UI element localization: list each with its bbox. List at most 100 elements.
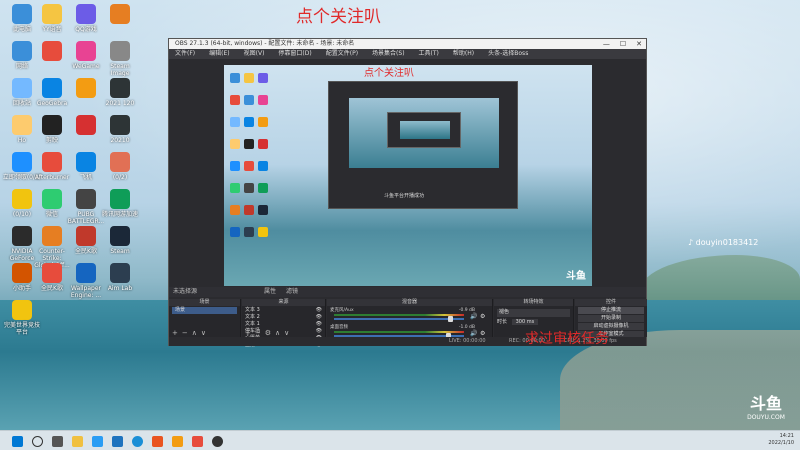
desktop-icon-label: GeoGebra <box>36 100 68 107</box>
desktop-icon-label: Steam <box>110 248 130 255</box>
menu-file[interactable]: 文件(F) <box>175 49 195 59</box>
source-item[interactable]: 文本 2 👁 <box>245 314 322 321</box>
menu-view[interactable]: 视图(V) <box>244 49 265 59</box>
app-icon <box>110 263 130 283</box>
nested-obs-preview: 斗鱼平台开播成功 <box>328 81 518 209</box>
desktop-icon[interactable]: Aim Lab <box>100 263 140 292</box>
sources-dock-toolbar[interactable]: +−⚙∧∨ <box>242 329 325 337</box>
duration-input[interactable]: 300 ms <box>511 319 539 325</box>
edge-icon[interactable] <box>132 436 143 447</box>
menu-edit[interactable]: 编辑(E) <box>209 49 229 59</box>
app-icon <box>110 115 130 135</box>
nested-preview-level-4 <box>400 121 450 139</box>
volume-slider-knob[interactable] <box>448 316 454 322</box>
app-icon <box>76 226 96 246</box>
desktop-icon-label: 网络 <box>15 63 28 70</box>
source-item-label: 文本 1 <box>245 321 260 327</box>
overlay-top-text: 点个关注叭 <box>296 7 381 27</box>
obs-preview[interactable]: 点个关注叭 斗鱼平台开播成功 斗鱼 <box>224 65 592 286</box>
app-icon <box>12 115 32 135</box>
maximize-icon[interactable]: ☐ <box>620 39 626 49</box>
transitions-dock-title: 转场特效 <box>494 299 573 306</box>
app-icon <box>42 263 62 283</box>
source-item-label: 文本 3 <box>245 307 260 313</box>
obs-titlebar[interactable]: OBS 27.1.3 (64-bit, windows) - 配置文件: 未命名… <box>169 39 646 49</box>
music-app-icon[interactable] <box>192 436 203 447</box>
desktop-icon[interactable]: Steam Image <box>100 41 140 77</box>
sources-dock: 来源 文本 3👁文本 2👁文本 1👁停车场👁心愿单👁直播👁 +−⚙∧∨ <box>242 299 326 348</box>
desktop-icon[interactable] <box>100 4 140 26</box>
volume-slider[interactable] <box>334 318 464 320</box>
desktop-icon[interactable]: 2021 120 <box>100 78 140 107</box>
desktop-icon-label: 腾讯网游加速 <box>101 211 138 218</box>
app-icon <box>42 78 62 98</box>
no-source-label: 未选择源 <box>173 288 198 295</box>
mail-icon[interactable] <box>112 436 123 447</box>
desktop-icon[interactable]: 完美世界竞技平台 <box>2 300 42 336</box>
file-explorer-icon[interactable] <box>72 436 83 447</box>
app-icon <box>42 226 62 246</box>
close-icon[interactable]: ✕ <box>636 39 642 49</box>
app-icon <box>76 78 96 98</box>
start-recording-button[interactable]: 开始录制 <box>578 315 644 322</box>
tiktok-watermark: ♪ douyin0183412 <box>688 237 800 249</box>
app-icon <box>76 152 96 172</box>
menu-scene-collection[interactable]: 场景集合(S) <box>372 49 405 59</box>
obs-window[interactable]: OBS 27.1.3 (64-bit, windows) - 配置文件: 未命名… <box>168 38 647 348</box>
system-tray[interactable]: 14:21 2022/1/10 <box>768 433 794 447</box>
menu-profile[interactable]: 配置文件(P) <box>326 49 358 59</box>
gear-icon[interactable]: ⚙ <box>480 330 485 337</box>
douyu-logo: 斗鱼 DOUYU.COM <box>740 390 792 421</box>
app-icon <box>12 263 32 283</box>
mixer-channel: 桌面音频 -1.0 dB 🔊 ⚙ <box>330 324 489 339</box>
app-icon <box>12 41 32 61</box>
search-icon[interactable] <box>32 436 43 447</box>
visibility-eye-icon[interactable]: 👁 <box>316 314 322 321</box>
game-app-icon[interactable] <box>152 436 163 447</box>
preview-desktop: 点个关注叭 斗鱼平台开播成功 斗鱼 <box>224 65 592 286</box>
source-item[interactable]: 文本 3 👁 <box>245 307 322 314</box>
preview-overlay-text: 点个关注叭 <box>364 68 414 79</box>
app-icon[interactable] <box>172 436 183 447</box>
volume-meter <box>334 331 464 333</box>
task-view-icon[interactable] <box>52 436 63 447</box>
desktop-icon[interactable]: Steam <box>100 226 140 255</box>
source-item[interactable]: 文本 1 👁 <box>245 321 322 328</box>
start-icon[interactable] <box>12 436 23 447</box>
obs-taskbar-icon[interactable] <box>212 436 223 447</box>
menu-help[interactable]: 帮助(H) <box>453 49 474 59</box>
desktop-icon-label: 完美世界竞技平台 <box>3 322 40 336</box>
mixer-channel: 麦克风/Aux -0.9 dB 🔊 ⚙ <box>330 307 489 322</box>
channel-name: 桌面音频 <box>330 325 348 330</box>
app-icon <box>110 152 130 172</box>
app-icon <box>42 115 62 135</box>
app-icon <box>76 41 96 61</box>
menu-docks[interactable]: 停靠窗口(D) <box>278 49 311 59</box>
transition-select[interactable]: 褪色 <box>497 309 570 317</box>
visibility-eye-icon[interactable]: 👁 <box>316 307 322 314</box>
tiktok-icon: ♪ <box>688 238 696 247</box>
gear-icon[interactable]: ⚙ <box>480 313 485 320</box>
menu-plugin[interactable]: 头条-选择Boss <box>488 49 528 59</box>
minimize-icon[interactable]: — <box>603 39 610 49</box>
app-icon <box>76 4 96 24</box>
mixer-dock: 混音器 麦克风/Aux -0.9 dB 🔊 ⚙ 桌面音频 -1.0 dB 🔊 ⚙ <box>327 299 493 339</box>
stop-streaming-button[interactable]: 停止推流 <box>578 307 644 314</box>
speaker-icon[interactable]: 🔊 <box>470 313 477 320</box>
speaker-icon[interactable]: 🔊 <box>470 330 477 337</box>
store-icon[interactable] <box>92 436 103 447</box>
desktop-icon-label: 20210 <box>110 137 130 144</box>
desktop-icon[interactable]: 20210 <box>100 115 140 144</box>
filters-button[interactable]: 滤镜 <box>286 287 298 297</box>
desktop-icon[interactable]: (0/2) <box>100 152 140 181</box>
douyu-brand: DOUYU.COM <box>747 414 785 421</box>
visibility-eye-icon[interactable]: 👁 <box>316 321 322 328</box>
desktop-icon[interactable]: 腾讯网游加速 <box>100 189 140 218</box>
menu-tools[interactable]: 工具(T) <box>419 49 439 59</box>
scene-item[interactable]: 场景 <box>172 307 237 314</box>
app-icon <box>12 4 32 24</box>
desktop-icon-label: 2021 120 <box>105 100 135 107</box>
properties-button[interactable]: 属性 <box>264 287 276 297</box>
scenes-dock-toolbar[interactable]: +−∧∨ <box>169 329 240 337</box>
obs-menubar: 文件(F) 编辑(E) 视图(V) 停靠窗口(D) 配置文件(P) 场景集合(S… <box>169 49 646 59</box>
